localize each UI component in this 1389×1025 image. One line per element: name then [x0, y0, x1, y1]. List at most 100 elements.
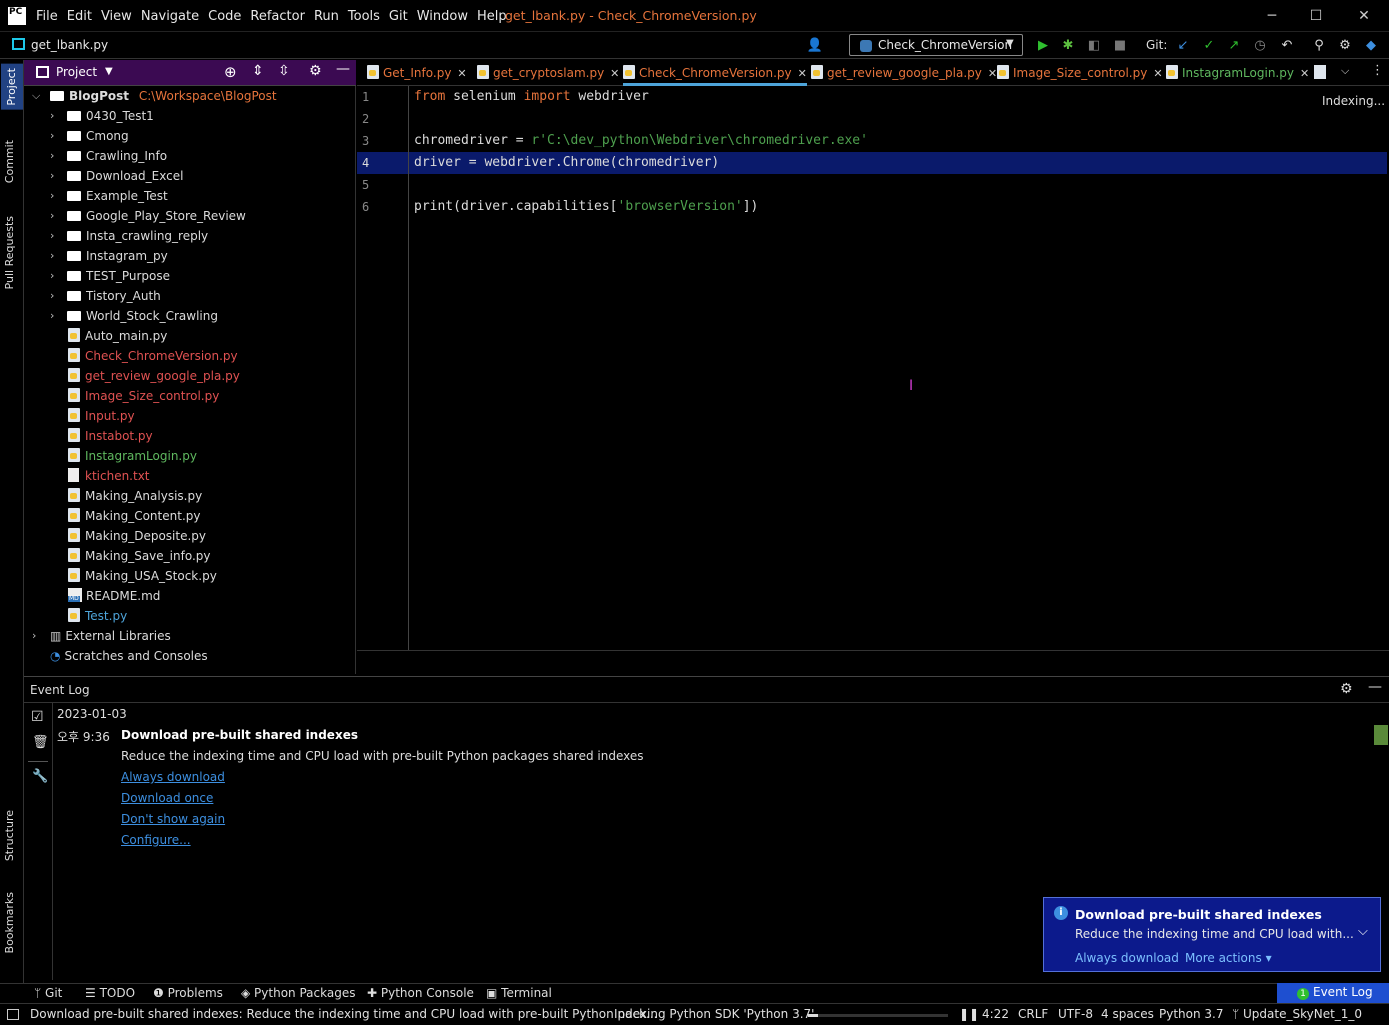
- code-line-6[interactable]: print(driver.capabilities['browserVersio…: [414, 199, 758, 214]
- python-interpreter[interactable]: Python 3.7: [1159, 1007, 1224, 1021]
- download-once-link[interactable]: Download once: [121, 791, 213, 805]
- notification-balloon[interactable]: i Download pre-built shared indexes Redu…: [1043, 897, 1381, 972]
- chevron-right-icon[interactable]: ›: [50, 146, 62, 166]
- tool-todo[interactable]: ☰ TODO: [85, 986, 135, 1000]
- tool-python-console[interactable]: ✚ Python Console: [367, 986, 474, 1000]
- chevron-right-icon[interactable]: ›: [50, 206, 62, 226]
- line-separator[interactable]: CRLF: [1018, 1007, 1048, 1021]
- menu-item-tools[interactable]: Tools: [348, 9, 380, 24]
- menu-item-help[interactable]: Help: [477, 9, 507, 24]
- menu-item-navigate[interactable]: Navigate: [141, 9, 199, 24]
- close-icon[interactable]: ✕: [1354, 6, 1374, 26]
- menu-item-edit[interactable]: Edit: [67, 9, 92, 24]
- tool-windows-icon[interactable]: [7, 1009, 19, 1020]
- editor-tab[interactable]: Get_Info.py ✕: [367, 60, 467, 86]
- wrench-icon[interactable]: 🔧: [32, 769, 48, 784]
- tool-git[interactable]: ᛘ Git: [34, 986, 62, 1000]
- indent-setting[interactable]: 4 spaces: [1101, 1007, 1154, 1021]
- trash-icon[interactable]: 🗑: [32, 735, 49, 750]
- stop-icon[interactable]: ■: [1111, 37, 1129, 55]
- tab-pull-requests[interactable]: Pull Requests: [3, 216, 16, 289]
- chevron-down-icon[interactable]: ⌵: [32, 86, 44, 106]
- notification-always-download[interactable]: Always download: [1075, 951, 1179, 965]
- coverage-icon[interactable]: ◧: [1085, 37, 1103, 55]
- caret-position[interactable]: 4:22: [982, 1007, 1009, 1021]
- close-tab-icon[interactable]: ✕: [610, 67, 619, 80]
- chevron-right-icon[interactable]: ›: [50, 306, 62, 326]
- gear-icon[interactable]: ⚙: [1340, 681, 1353, 697]
- code-line-3[interactable]: chromedriver = r'C:\dev_python\Webdriver…: [414, 133, 868, 148]
- git-push-icon[interactable]: ↗: [1225, 37, 1243, 55]
- git-commit-icon[interactable]: ✓: [1200, 37, 1218, 55]
- rollback-icon[interactable]: ↶: [1278, 37, 1296, 55]
- tool-event-log[interactable]: 1 Event Log: [1277, 983, 1389, 1003]
- expand-all-icon[interactable]: ⇕: [252, 63, 264, 79]
- pause-icon[interactable]: ❚❚: [959, 1007, 979, 1021]
- close-tab-icon[interactable]: ✕: [798, 67, 807, 80]
- chevron-right-icon[interactable]: ›: [32, 626, 44, 646]
- breadcrumb-file[interactable]: get_lbank.py: [31, 38, 108, 52]
- maximize-icon[interactable]: ☐: [1306, 6, 1326, 26]
- debug-icon[interactable]: ✱: [1059, 37, 1077, 55]
- editor-tab[interactable]: InstagramLogin.py ✕: [1166, 60, 1309, 86]
- code-line-4[interactable]: driver = webdriver.Chrome(chromedriver): [414, 155, 719, 170]
- menu-item-view[interactable]: View: [101, 9, 132, 24]
- chevron-right-icon[interactable]: ›: [50, 106, 62, 126]
- user-icon[interactable]: 👤: [806, 37, 824, 55]
- menu-item-code[interactable]: Code: [208, 9, 241, 24]
- tab-commit[interactable]: Commit: [3, 140, 16, 183]
- more-icon[interactable]: ⋮: [1371, 63, 1384, 78]
- locate-icon[interactable]: ⊕: [224, 63, 237, 81]
- hide-panel-icon[interactable]: —: [1368, 679, 1382, 695]
- notification-more-actions[interactable]: More actions ▾: [1185, 951, 1272, 965]
- collapse-all-icon[interactable]: ⇳: [278, 63, 290, 79]
- tab-structure[interactable]: Structure: [3, 810, 16, 861]
- editor-tab[interactable]: Check_ChromeVersion.py ✕: [623, 60, 807, 86]
- tab-project[interactable]: Project: [1, 64, 23, 110]
- dont-show-again-link[interactable]: Don't show again: [121, 812, 225, 826]
- git-branch[interactable]: ᛘ Update_SkyNet_1_0: [1232, 1007, 1362, 1021]
- chevron-right-icon[interactable]: ›: [50, 226, 62, 246]
- hide-panel-icon[interactable]: —: [336, 61, 350, 77]
- gear-icon[interactable]: ⚙: [309, 63, 322, 79]
- chevron-right-icon[interactable]: ›: [50, 266, 62, 286]
- menu-item-refactor[interactable]: Refactor: [250, 9, 305, 24]
- git-update-icon[interactable]: ↙: [1174, 37, 1192, 55]
- close-tab-icon[interactable]: ✕: [1153, 67, 1162, 80]
- run-configuration-select[interactable]: Check_ChromeVersion ▼: [849, 34, 1023, 56]
- close-tab-icon[interactable]: ✕: [457, 67, 466, 80]
- tool-problems[interactable]: ❶ Problems: [153, 986, 223, 1000]
- mark-read-icon[interactable]: ☑: [31, 709, 44, 725]
- menu-item-git[interactable]: Git: [389, 9, 408, 24]
- chevron-right-icon[interactable]: ›: [50, 126, 62, 146]
- always-download-link[interactable]: Always download: [121, 770, 225, 784]
- tool-terminal[interactable]: ▣ Terminal: [486, 986, 552, 1000]
- chevron-right-icon[interactable]: ›: [50, 246, 62, 266]
- gear-icon[interactable]: ⚙: [1336, 37, 1354, 55]
- tab-bookmarks[interactable]: Bookmarks: [3, 892, 16, 953]
- chevron-down-icon[interactable]: ⌵: [1358, 924, 1368, 939]
- status-message[interactable]: Download pre-built shared indexes: Reduc…: [30, 1007, 657, 1021]
- history-icon[interactable]: ◷: [1251, 37, 1269, 55]
- jetbrains-icon[interactable]: ◆: [1362, 37, 1380, 55]
- editor-tab[interactable]: get_review_google_pla.py ✕: [811, 60, 997, 86]
- close-tab-icon[interactable]: ✕: [988, 67, 997, 80]
- editor-tab[interactable]: get_cryptoslam.py ✕: [477, 60, 619, 86]
- chevron-right-icon[interactable]: ›: [50, 166, 62, 186]
- menu-item-window[interactable]: Window: [417, 9, 468, 24]
- chevron-down-icon[interactable]: ⌵: [1341, 64, 1349, 78]
- project-panel-title[interactable]: Project: [56, 65, 97, 79]
- configure-link[interactable]: Configure...: [121, 833, 191, 847]
- chevron-right-icon[interactable]: ›: [50, 186, 62, 206]
- close-tab-icon[interactable]: ✕: [1300, 67, 1309, 80]
- code-line-1[interactable]: from selenium import webdriver: [414, 89, 649, 104]
- tool-python-packages[interactable]: ◈ Python Packages: [241, 986, 355, 1000]
- editor-tab[interactable]: Image_Size_control.py ✕: [997, 60, 1163, 86]
- file-encoding[interactable]: UTF-8: [1058, 1007, 1093, 1021]
- minimize-icon[interactable]: ─: [1262, 6, 1282, 26]
- menu-item-run[interactable]: Run: [314, 9, 339, 24]
- chevron-right-icon[interactable]: ›: [50, 286, 62, 306]
- chevron-down-icon[interactable]: ▼: [105, 66, 113, 77]
- menu-item-file[interactable]: File: [36, 9, 58, 24]
- run-icon[interactable]: ▶: [1034, 37, 1052, 55]
